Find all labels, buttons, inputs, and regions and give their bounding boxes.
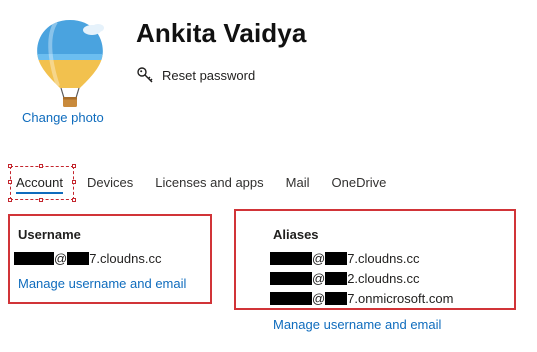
alias-item: @ 7.cloudns.cc xyxy=(270,251,419,266)
tab-bar: Account Devices Licenses and apps Mail O… xyxy=(10,164,392,202)
redacted-text xyxy=(270,272,312,285)
username-value: @ 7.cloudns.cc xyxy=(14,251,161,266)
tab-account-label: Account xyxy=(16,175,63,194)
tab-devices-label: Devices xyxy=(86,175,134,190)
username-value-part-1: @ xyxy=(54,251,68,266)
alias-item: @ 2.cloudns.cc xyxy=(270,271,419,286)
hot-air-balloon-icon xyxy=(37,20,104,107)
alias-part-1: @ xyxy=(312,271,326,286)
tab-account[interactable]: Account xyxy=(10,165,69,201)
redacted-text xyxy=(325,252,348,265)
alias-part-1: @ xyxy=(312,291,326,306)
alias-part-2: 7.cloudns.cc xyxy=(347,251,420,266)
redacted-text xyxy=(270,252,312,265)
tab-mail[interactable]: Mail xyxy=(280,165,316,201)
redacted-text xyxy=(270,292,312,305)
alias-item: @ 7.onmicrosoft.com xyxy=(270,291,453,306)
redacted-text xyxy=(14,252,54,265)
tab-licenses-label: Licenses and apps xyxy=(155,175,264,190)
change-photo-link[interactable]: Change photo xyxy=(22,110,104,125)
username-section-title: Username xyxy=(18,227,81,242)
redacted-text xyxy=(325,272,348,285)
tab-licenses-and-apps[interactable]: Licenses and apps xyxy=(149,165,269,201)
key-icon xyxy=(137,67,153,83)
tab-onedrive[interactable]: OneDrive xyxy=(326,165,393,201)
avatar[interactable] xyxy=(30,16,110,112)
user-display-name: Ankita Vaidya xyxy=(136,18,307,48)
tab-onedrive-label: OneDrive xyxy=(331,175,387,190)
manage-aliases-link[interactable]: Manage username and email xyxy=(273,317,441,332)
alias-part-1: @ xyxy=(312,251,326,266)
tab-mail-label: Mail xyxy=(285,175,310,190)
aliases-section-title: Aliases xyxy=(273,227,319,242)
tab-devices[interactable]: Devices xyxy=(81,165,139,201)
username-value-part-2: 7.cloudns.cc xyxy=(89,251,162,266)
reset-password-button[interactable]: Reset password xyxy=(136,66,255,84)
redacted-text xyxy=(67,252,90,265)
alias-part-2: 7.onmicrosoft.com xyxy=(347,291,454,306)
manage-username-link[interactable]: Manage username and email xyxy=(18,276,186,291)
reset-password-label: Reset password xyxy=(162,67,256,83)
redacted-text xyxy=(325,292,348,305)
alias-part-2: 2.cloudns.cc xyxy=(347,271,420,286)
